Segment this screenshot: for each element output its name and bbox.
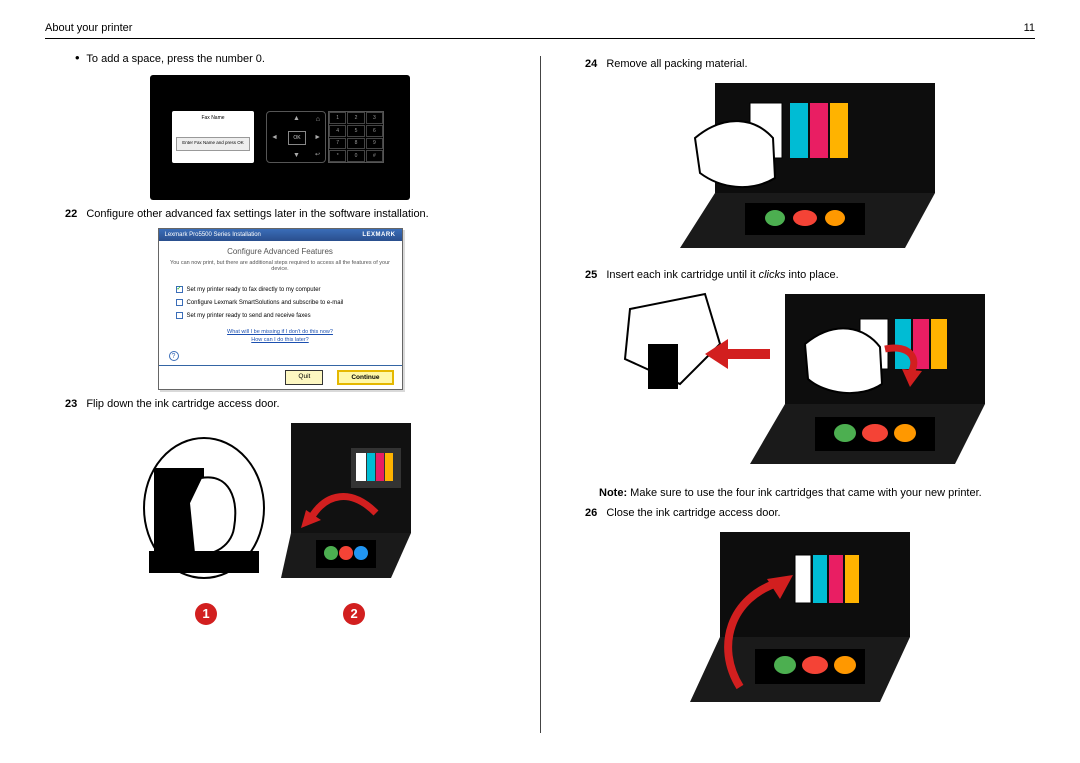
arrow-down-icon: ▼ (293, 152, 300, 159)
dialog-link-1: What will I be missing if I don't do thi… (175, 329, 386, 335)
checkbox-icon (176, 286, 183, 293)
step-23-number: 23 (65, 398, 77, 410)
page-number: 11 (1024, 22, 1035, 34)
insert-cartridge-illustration (565, 289, 1035, 477)
step-25-text-b: clicks (759, 269, 786, 281)
step-22-text: Configure other advanced fax settings la… (86, 208, 428, 220)
dialog-heading: Configure Advanced Features (159, 241, 402, 260)
close-door-illustration (565, 527, 1035, 715)
numpad: 1 2 3 4 5 6 7 8 9 * 0 # (328, 111, 384, 163)
dialog-links: What will I be missing if I don't do thi… (175, 329, 386, 343)
dialog-title: Lexmark Pro5500 Series Installation (165, 232, 261, 238)
dialog-brand: LEXMARK (362, 232, 395, 238)
checkbox-icon (176, 299, 183, 306)
flip-door-illustration-1 (139, 433, 269, 591)
step-24-number: 24 (585, 58, 597, 70)
dialog-option-2-label: Configure Lexmark SmartSolutions and sub… (187, 300, 344, 306)
step-22: 22 Configure other advanced fax settings… (65, 208, 515, 220)
home-icon: ⌂ (316, 116, 320, 123)
dialog-option-2: Configure Lexmark SmartSolutions and sub… (176, 296, 385, 309)
dialog-subtext: You can now print, but there are additio… (159, 260, 402, 278)
step-23: 23 Flip down the ink cartridge access do… (65, 398, 515, 410)
step-25-text-a: Insert each ink cartridge until it (606, 269, 758, 281)
step-24-text: Remove all packing material. (606, 58, 747, 70)
callout-badge-1: 1 (195, 603, 217, 625)
numkey: 3 (366, 112, 383, 124)
numkey: 9 (366, 138, 383, 150)
lcd-title: Fax Name (172, 111, 254, 121)
numkey: 4 (329, 125, 346, 137)
numkey: * (329, 150, 346, 162)
dialog-option-1: Set my printer ready to fax directly to … (176, 283, 385, 296)
step-26-text: Close the ink cartridge access door. (606, 507, 780, 519)
dialog-link-2: How can I do this later? (175, 337, 386, 343)
note-label: Note: (599, 487, 627, 499)
note-text: Make sure to use the four ink cartridges… (627, 487, 982, 499)
step-25-text-c: into place. (785, 269, 838, 281)
bullet-add-space-text: To add a space, press the number 0. (86, 53, 265, 65)
step-26: 26 Close the ink cartridge access door. (585, 507, 1035, 519)
bullet-add-space: To add a space, press the number 0. (75, 50, 515, 65)
header-title: About your printer (45, 22, 132, 34)
arrow-left-icon: ◄ (271, 134, 278, 141)
checkbox-icon (176, 312, 183, 319)
arrow-right-icon: ► (314, 134, 321, 141)
panel-lcd-screen: Fax Name Enter Fax Name and press OK (172, 111, 254, 163)
left-column: To add a space, press the number 0. Fax … (45, 50, 540, 723)
numkey: # (366, 150, 383, 162)
numkey: 5 (347, 125, 364, 137)
software-dialog-illustration: Lexmark Pro5500 Series Installation LEXM… (158, 228, 403, 390)
numkey: 7 (329, 138, 346, 150)
step-25-number: 25 (585, 269, 597, 281)
numkey: 8 (347, 138, 364, 150)
right-column: 24 Remove all packing material. 25 Inser… (540, 50, 1035, 723)
printer-control-panel-illustration: Fax Name Enter Fax Name and press OK ▲ ▼… (150, 75, 410, 200)
dialog-option-3-label: Set my printer ready to send and receive… (187, 313, 311, 319)
step-25: 25 Insert each ink cartridge until it cl… (585, 269, 1035, 281)
nav-cluster: ▲ ▼ ◄ ► OK ⌂ ↩ (266, 111, 326, 163)
flip-door-illustration-2 (281, 418, 421, 591)
numkey: 6 (366, 125, 383, 137)
lcd-hint: Enter Fax Name and press OK (176, 137, 250, 151)
numkey: 0 (347, 150, 364, 162)
step-26-number: 26 (585, 507, 597, 519)
ok-button: OK (288, 131, 306, 145)
step-24: 24 Remove all packing material. (585, 58, 1035, 70)
continue-button: Continue (337, 370, 393, 385)
numkey: 2 (347, 112, 364, 124)
back-icon: ↩ (315, 151, 320, 158)
numkey: 1 (329, 112, 346, 124)
arrow-up-icon: ▲ (293, 115, 300, 122)
help-icon: ? (169, 351, 179, 361)
dialog-option-3: Set my printer ready to send and receive… (176, 309, 385, 322)
dialog-titlebar: Lexmark Pro5500 Series Installation LEXM… (159, 229, 402, 241)
dialog-option-1-label: Set my printer ready to fax directly to … (187, 287, 321, 293)
note-line: Note: Make sure to use the four ink cart… (599, 487, 1035, 499)
page-header: About your printer 11 (45, 22, 1035, 39)
callout-badge-2: 2 (343, 603, 365, 625)
remove-packing-illustration (565, 78, 1035, 261)
quit-button: Quit (285, 370, 323, 385)
step-22-number: 22 (65, 208, 77, 220)
step-23-text: Flip down the ink cartridge access door. (86, 398, 279, 410)
